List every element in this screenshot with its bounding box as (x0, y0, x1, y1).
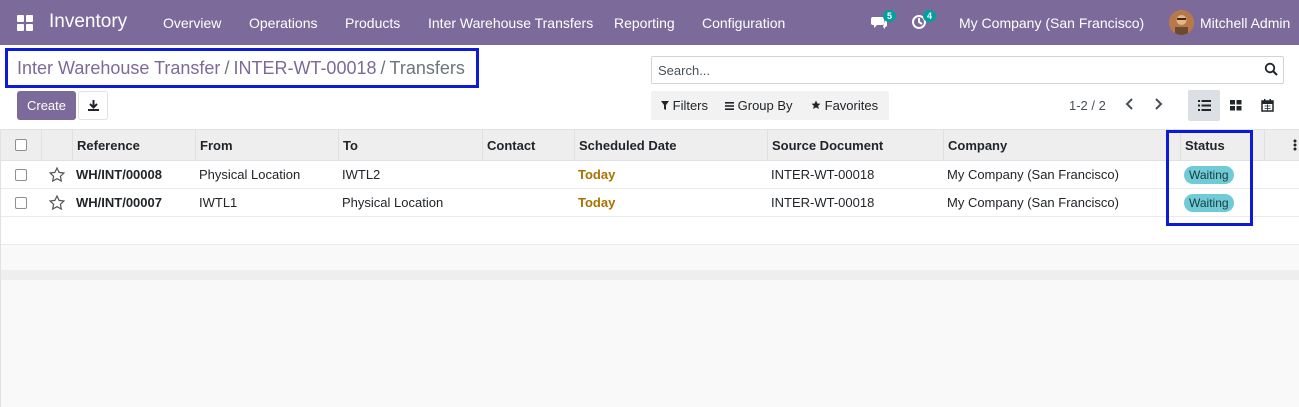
group-by-button[interactable]: Group By (725, 98, 793, 113)
select-all-checkbox[interactable] (15, 139, 27, 151)
select-all-cell (1, 130, 41, 160)
kanban-view-button[interactable] (1220, 90, 1252, 121)
filters-button[interactable]: Filters (661, 98, 708, 113)
chat-count-badge: 5 (882, 10, 896, 22)
to-cell: IWTL2 (342, 167, 381, 182)
favorites-label: Favorites (824, 98, 879, 113)
menu-overview[interactable]: Overview (163, 15, 221, 31)
star-icon (811, 100, 821, 109)
row-select-cell (1, 189, 41, 216)
search-options: Filters Group By Favorites (651, 91, 889, 120)
scheduled-date-cell: Today (578, 167, 616, 182)
status-highlight-box (1166, 130, 1253, 226)
optional-columns-toggle[interactable] (1264, 130, 1299, 160)
column-to[interactable]: To (338, 130, 482, 160)
menu-products[interactable]: Products (345, 15, 400, 31)
calendar-view-button[interactable] (1252, 90, 1284, 121)
menu-operations[interactable]: Operations (249, 15, 317, 31)
group-by-label: Group By (737, 98, 793, 113)
apps-menu-icon[interactable] (17, 15, 33, 31)
menu-inter-warehouse-transfers[interactable]: Inter Warehouse Transfers (428, 15, 593, 31)
scheduled-date-cell: Today (578, 195, 616, 210)
search-icon[interactable] (1264, 62, 1278, 76)
list-view-icon (1198, 100, 1211, 111)
reference-cell: WH/INT/00008 (76, 167, 162, 182)
breadcrumb-item-transfer[interactable]: Inter Warehouse Transfer (17, 58, 220, 78)
app-brand[interactable]: Inventory (49, 11, 127, 33)
column-from[interactable]: From (195, 130, 338, 160)
list-view-button[interactable] (1188, 90, 1220, 121)
pager-value[interactable]: 1-2 / 2 (1069, 98, 1106, 113)
breadcrumb-separator: / (380, 58, 386, 78)
from-cell: Physical Location (199, 167, 301, 182)
company-switcher[interactable]: My Company (San Francisco) (959, 15, 1144, 31)
group-by-icon (725, 102, 734, 110)
download-button[interactable] (78, 91, 108, 120)
menu-reporting[interactable]: Reporting (614, 15, 675, 31)
column-source-document[interactable]: Source Document (767, 130, 943, 160)
menu-configuration[interactable]: Configuration (702, 15, 785, 31)
breadcrumb-separator: / (224, 58, 230, 78)
user-avatar[interactable] (1169, 10, 1194, 35)
source-document-cell: INTER-WT-00018 (771, 167, 875, 182)
contact-cell (482, 161, 486, 188)
to-cell: Physical Location (342, 195, 444, 210)
calendar-icon (1261, 99, 1274, 112)
empty-row (1, 217, 1299, 245)
column-contact[interactable]: Contact (482, 130, 574, 160)
top-navbar: Inventory Overview Operations Products I… (0, 0, 1299, 45)
priority-star-icon[interactable] (41, 161, 72, 188)
company-cell: My Company (San Francisco) (947, 195, 1119, 210)
more-vertical-icon (1293, 139, 1297, 151)
reference-cell: WH/INT/00007 (76, 195, 162, 210)
filter-icon (661, 101, 669, 110)
column-reference[interactable]: Reference (72, 130, 195, 160)
favorites-button[interactable]: Favorites (811, 98, 878, 113)
from-cell: IWTL1 (199, 195, 238, 210)
chevron-left-icon[interactable] (1125, 98, 1135, 110)
company-cell: My Company (San Francisco) (947, 167, 1119, 182)
list-footer (1, 270, 1299, 280)
activity-icon[interactable]: 4 (911, 10, 936, 33)
filters-label: Filters (672, 98, 709, 113)
breadcrumb-current: Transfers (389, 58, 465, 78)
column-company[interactable]: Company (943, 130, 1180, 160)
row-select-cell (1, 161, 41, 188)
column-scheduled-date[interactable]: Scheduled Date (574, 130, 767, 160)
row-checkbox[interactable] (15, 196, 27, 209)
user-menu[interactable]: Mitchell Admin (1200, 15, 1290, 31)
control-panel: Inter Warehouse Transfer / INTER-WT-00018/… (0, 45, 1299, 130)
create-button[interactable]: Create (17, 91, 76, 120)
favorite-column (41, 130, 72, 160)
download-icon (88, 100, 99, 111)
search-bar (651, 56, 1284, 84)
chat-icon[interactable]: 5 (871, 10, 896, 33)
chevron-right-icon[interactable] (1153, 98, 1163, 110)
breadcrumb-item-reference[interactable]: INTER-WT-00018 (233, 58, 376, 78)
breadcrumb: Inter Warehouse Transfer / INTER-WT-00018/… (5, 48, 479, 88)
activity-count-badge: 4 (922, 10, 936, 22)
view-switcher (1188, 90, 1284, 121)
table-row[interactable]: WH/INT/00008 Physical Location IWTL2 Tod… (1, 161, 1299, 189)
table-row[interactable]: WH/INT/00007 IWTL1 Physical Location Tod… (1, 189, 1299, 217)
source-document-cell: INTER-WT-00018 (771, 195, 875, 210)
table-header: Reference From To Contact Scheduled Date… (1, 130, 1299, 161)
row-checkbox[interactable] (15, 168, 27, 181)
kanban-view-icon (1230, 100, 1242, 111)
search-input[interactable] (652, 57, 1242, 83)
contact-cell (482, 189, 486, 216)
priority-star-icon[interactable] (41, 189, 72, 216)
